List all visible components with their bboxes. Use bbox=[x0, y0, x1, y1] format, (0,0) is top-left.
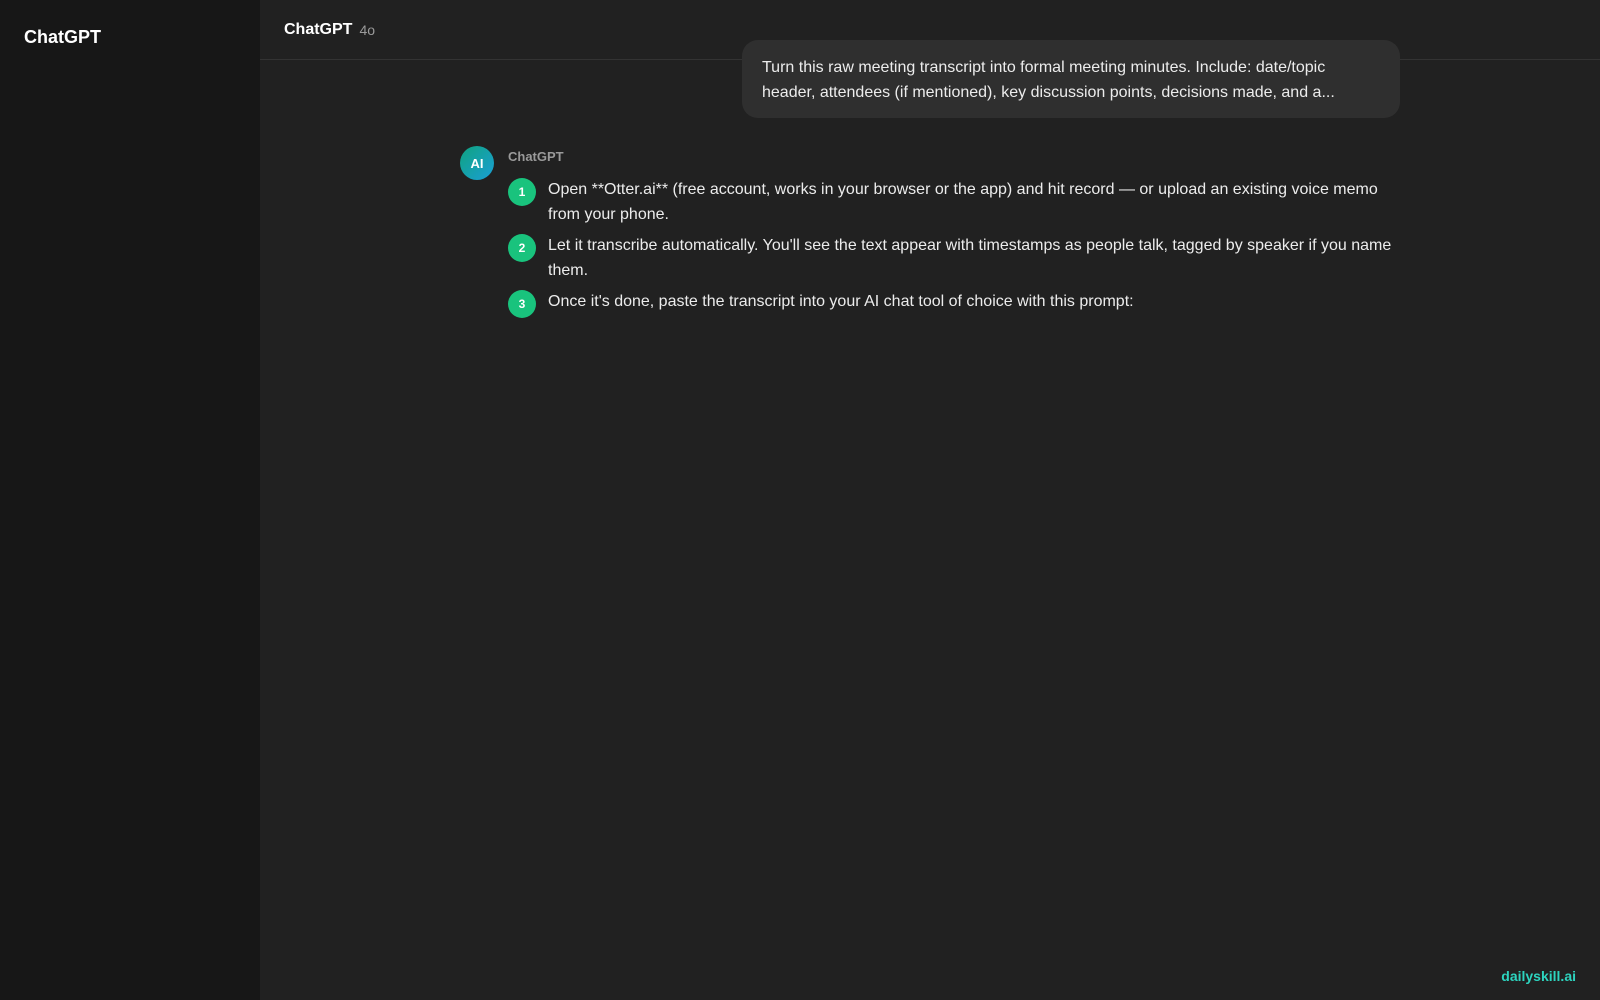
assistant-name: ChatGPT bbox=[508, 149, 564, 164]
step-number-badge: 3 bbox=[508, 290, 536, 318]
step-item: 2 Let it transcribe automatically. You'l… bbox=[508, 233, 1400, 283]
step-list: 1 Open **Otter.ai** (free account, works… bbox=[508, 177, 1400, 324]
step-item: 3 Once it's done, paste the transcript i… bbox=[508, 289, 1400, 318]
sidebar-brand[interactable]: ChatGPT bbox=[24, 27, 101, 48]
step-text: Let it transcribe automatically. You'll … bbox=[548, 237, 1392, 279]
assistant-avatar: AI bbox=[460, 146, 494, 180]
step-number-badge: 2 bbox=[508, 234, 536, 262]
chat-main: ChatGPT 4o Turn this raw meeting transcr… bbox=[260, 0, 1600, 1000]
step-number-badge: 1 bbox=[508, 178, 536, 206]
model-version-label[interactable]: 4o bbox=[359, 22, 375, 38]
user-message-bubble: Turn this raw meeting transcript into fo… bbox=[742, 40, 1400, 118]
watermark-logo: dailyskill.ai bbox=[1501, 968, 1576, 984]
step-item: 1 Open **Otter.ai** (free account, works… bbox=[508, 177, 1400, 227]
model-selector-title[interactable]: ChatGPT bbox=[284, 21, 352, 39]
app-window: ChatGPT ChatGPT 4o Turn this raw meeting… bbox=[0, 0, 1600, 1000]
step-text: Open **Otter.ai** (free account, works i… bbox=[548, 181, 1378, 223]
step-text: Once it's done, paste the transcript int… bbox=[548, 293, 1134, 310]
sidebar: ChatGPT bbox=[0, 0, 260, 1000]
